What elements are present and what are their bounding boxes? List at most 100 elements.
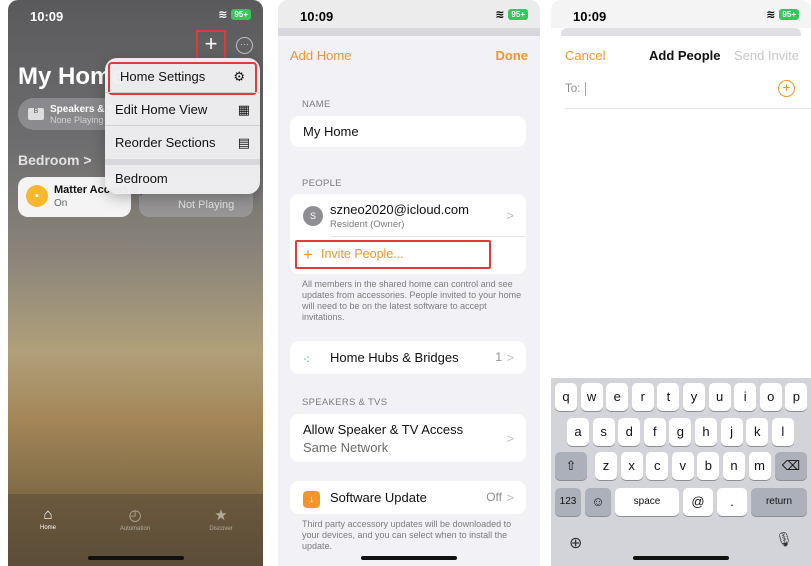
key-s[interactable]: s: [592, 418, 615, 446]
download-icon: ↓: [303, 491, 320, 508]
member-row[interactable]: S szneo2020@icloud.com Resident (Owner) …: [290, 194, 526, 236]
microphone-icon[interactable]: 🎙: [775, 531, 793, 548]
emoji-key[interactable]: ☺: [585, 488, 611, 516]
plus-icon: +: [303, 245, 313, 264]
software-update-row[interactable]: ↓ Software Update Off >: [290, 481, 526, 514]
accessory-status: On: [54, 198, 68, 209]
key-h[interactable]: h: [695, 418, 717, 446]
key-m[interactable]: m: [748, 452, 771, 480]
home-screen-panel: 10:09 ≋ 95+ + ··· My Home B Speakers & TV…: [8, 0, 263, 566]
home-indicator: [87, 556, 184, 560]
key-l[interactable]: l: [771, 418, 794, 446]
chevron-right-icon: >: [506, 350, 514, 365]
battery-icon: 95+: [231, 9, 251, 20]
delete-key[interactable]: ⌫: [775, 452, 807, 480]
list-icon: ▤: [237, 135, 250, 150]
to-field[interactable]: To:: [565, 82, 587, 96]
name-section-header: NAME: [302, 99, 331, 110]
hubs-count: 1: [495, 350, 502, 364]
people-footer: All members in the shared home can contr…: [302, 279, 522, 322]
more-icon[interactable]: ···: [236, 37, 253, 54]
add-people-panel: 10:09 ≋ 95+ Cancel Add People Send Invite…: [551, 0, 811, 566]
key-a[interactable]: a: [567, 418, 589, 446]
member-email: szneo2020@icloud.com: [330, 202, 469, 217]
tab-discover[interactable]: ★ Discover: [186, 506, 256, 532]
home-settings-panel: 10:09 ≋ 95+ Add Home Done NAME My Home PE…: [278, 0, 540, 566]
chevron-right-icon: >: [83, 152, 92, 168]
speaker-access-row[interactable]: Allow Speaker & TV Access Same Network >: [290, 414, 526, 462]
dot-key[interactable]: .: [717, 488, 747, 516]
menu-item-edit-home-view[interactable]: Edit Home View ▦: [105, 93, 260, 126]
page-title: Add People: [649, 48, 721, 63]
status-bar: 10:09 ≋ 95+: [278, 0, 540, 28]
add-contact-icon[interactable]: +: [778, 80, 795, 97]
key-w[interactable]: w: [580, 383, 603, 411]
key-c[interactable]: c: [646, 452, 669, 480]
page-title[interactable]: Add Home: [290, 48, 351, 63]
globe-icon[interactable]: ⊕: [569, 533, 582, 553]
battery-icon: 95+: [779, 9, 799, 20]
key-u[interactable]: u: [708, 383, 731, 411]
key-p[interactable]: p: [785, 383, 808, 411]
key-n[interactable]: n: [723, 452, 745, 480]
home-name-field[interactable]: My Home: [290, 116, 526, 147]
return-key[interactable]: return: [751, 488, 807, 516]
accessory-status: Not Playing: [178, 199, 235, 211]
software-footer: Third party accessory updates will be do…: [302, 519, 512, 551]
outlet-icon: ▪: [26, 185, 48, 207]
gear-icon: ⚙: [233, 69, 245, 84]
space-key[interactable]: space: [615, 488, 679, 516]
key-q[interactable]: q: [555, 383, 577, 411]
home-hubs-row[interactable]: ⁖ Home Hubs & Bridges 1 >: [290, 341, 526, 374]
key-y[interactable]: y: [683, 383, 705, 411]
at-key[interactable]: @: [683, 488, 713, 516]
speakers-pill[interactable]: B Speakers & TVs None Playing: [18, 98, 126, 130]
wifi-icon: ≋: [495, 9, 505, 21]
grid-icon: ▦: [237, 102, 250, 117]
key-t[interactable]: t: [657, 383, 680, 411]
chevron-right-icon: >: [506, 490, 514, 505]
tab-bar: ⌂ Home ◴ Automation ★ Discover: [8, 494, 263, 566]
key-d[interactable]: d: [618, 418, 641, 446]
key-o[interactable]: o: [759, 383, 782, 411]
key-x[interactable]: x: [620, 452, 643, 480]
key-g[interactable]: g: [669, 418, 692, 446]
send-invite-button[interactable]: Send Invite: [734, 48, 799, 63]
clock-icon: ◴: [128, 507, 142, 524]
key-e[interactable]: e: [606, 383, 629, 411]
key-v[interactable]: v: [671, 452, 694, 480]
speakers-section-header: SPEAKERS & TVS: [302, 397, 388, 408]
key-i[interactable]: i: [734, 383, 757, 411]
key-j[interactable]: j: [720, 418, 743, 446]
speaker-icon: B: [28, 108, 44, 120]
nav-bar: Add Home Done: [278, 36, 540, 76]
chevron-right-icon: >: [506, 208, 514, 223]
menu-item-reorder-sections[interactable]: Reorder Sections ▤: [105, 126, 260, 159]
people-section-header: PEOPLE: [302, 178, 342, 189]
key-r[interactable]: r: [631, 383, 654, 411]
member-role: Resident (Owner): [330, 219, 405, 230]
invite-people-button[interactable]: + Invite People...: [295, 240, 491, 269]
room-heading[interactable]: Bedroom >: [18, 152, 92, 168]
done-button[interactable]: Done: [496, 48, 529, 63]
add-icon[interactable]: +: [196, 30, 226, 60]
menu-item-home-settings[interactable]: Home Settings ⚙: [108, 62, 257, 95]
status-bar: 10:09 ≋ 95+: [551, 0, 811, 28]
key-f[interactable]: f: [643, 418, 666, 446]
wifi-icon: ≋: [766, 9, 776, 21]
context-menu: Home Settings ⚙ Edit Home View ▦ Reorder…: [105, 58, 260, 194]
numbers-key[interactable]: 123: [555, 488, 581, 516]
text-cursor: [584, 82, 587, 96]
key-z[interactable]: z: [595, 452, 617, 480]
speakers-status: None Playing: [50, 115, 104, 125]
key-k[interactable]: k: [746, 418, 769, 446]
tab-automation[interactable]: ◴ Automation: [100, 506, 170, 532]
speaker-access-value: Same Network: [303, 440, 389, 455]
key-b[interactable]: b: [697, 452, 720, 480]
cancel-button[interactable]: Cancel: [565, 48, 605, 63]
tab-home[interactable]: ⌂ Home: [13, 506, 83, 531]
menu-item-bedroom[interactable]: Bedroom: [105, 162, 260, 194]
shift-key[interactable]: ⇧: [555, 452, 587, 480]
hub-icon: ⁖: [303, 353, 311, 367]
home-indicator: [633, 556, 729, 560]
